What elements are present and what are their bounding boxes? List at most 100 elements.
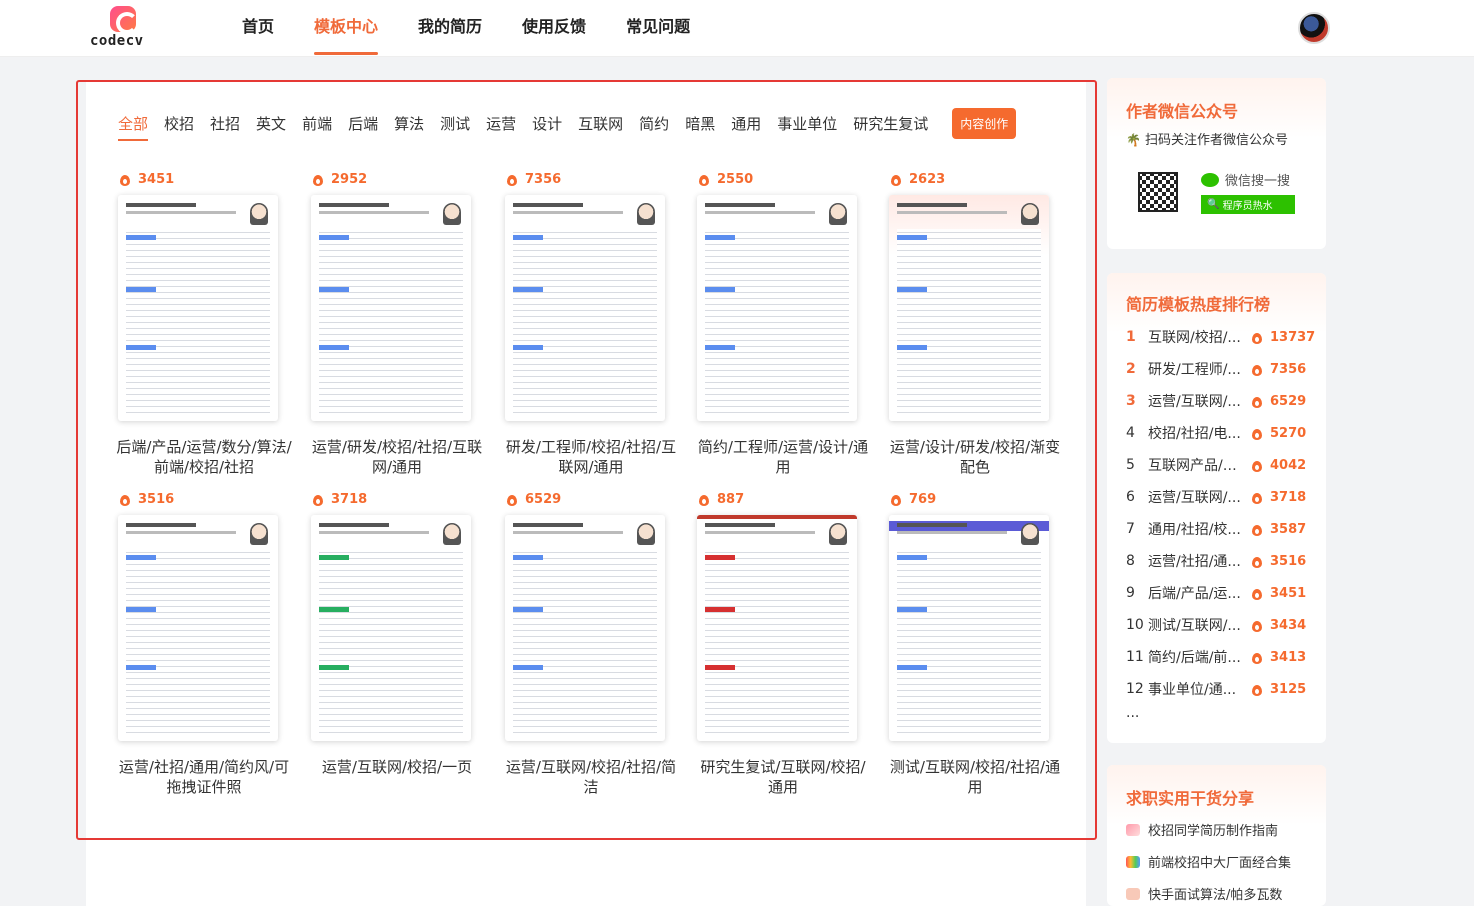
resume-thumbnail[interactable]: [889, 195, 1049, 421]
hot-count: 6529: [503, 488, 679, 510]
hot-number: 7356: [525, 171, 562, 187]
template-tags[interactable]: 运营/互联网/校招/一页: [309, 757, 485, 777]
template-tags[interactable]: 运营/互联网/校招/社招/简洁: [503, 757, 679, 797]
tab-english[interactable]: 英文: [256, 112, 286, 136]
tab-simple[interactable]: 简约: [639, 112, 669, 136]
resume-thumbnail[interactable]: [697, 515, 857, 741]
logo-text: codecv: [90, 33, 144, 49]
tab-general[interactable]: 通用: [731, 112, 761, 136]
template-card[interactable]: 2952 运营/研发/校招/社招/互联网/通用: [309, 168, 485, 477]
template-tags[interactable]: 运营/社招/通用/简约风/可拖拽证件照: [116, 757, 292, 797]
template-card[interactable]: 3718 运营/互联网/校招/一页: [309, 488, 485, 777]
resume-thumbnail[interactable]: [118, 195, 278, 421]
tab-campus[interactable]: 校招: [164, 112, 194, 136]
codecv-logo[interactable]: codecv: [90, 6, 156, 50]
template-tags[interactable]: 简约/工程师/运营/设计/通用: [695, 437, 871, 477]
nav-feedback[interactable]: 使用反馈: [522, 0, 586, 57]
share-item[interactable]: 校招同学简历制作指南: [1126, 820, 1278, 839]
ranking-item[interactable]: 5 互联网产品/运... 4042: [1126, 455, 1316, 475]
resume-thumbnail[interactable]: [311, 195, 471, 421]
hot-count: 887: [695, 488, 871, 510]
tab-algorithm[interactable]: 算法: [394, 112, 424, 136]
resume-thumbnail[interactable]: [697, 195, 857, 421]
template-tags[interactable]: 测试/互联网/校招/社招/通用: [887, 757, 1063, 797]
avatar-photo-icon: [1021, 523, 1039, 545]
ranking-item[interactable]: 4 校招/社招/电... 5270: [1126, 423, 1316, 443]
hot-count: 3718: [309, 488, 485, 510]
tab-social[interactable]: 社招: [210, 112, 240, 136]
template-tags[interactable]: 运营/研发/校招/社招/互联网/通用: [309, 437, 485, 477]
template-card[interactable]: 2550 简约/工程师/运营/设计/通用: [695, 168, 871, 477]
flame-icon: [1252, 331, 1262, 344]
template-card[interactable]: 3451 后端/产品/运营/数分/算法/前端/校招/社招: [116, 168, 292, 477]
ranking-item[interactable]: 8 运营/社招/通... 3516: [1126, 551, 1316, 571]
tab-public-institution[interactable]: 事业单位: [777, 112, 837, 136]
tab-operations[interactable]: 运营: [486, 112, 516, 136]
resume-thumbnail[interactable]: [505, 515, 665, 741]
ranking-item[interactable]: 10 测试/互联网/... 3434: [1126, 615, 1316, 635]
ranking-item[interactable]: 7 通用/社招/校... 3587: [1126, 519, 1316, 539]
content-create-button[interactable]: 内容创作: [952, 108, 1017, 139]
rank-hot-number: 3587: [1270, 521, 1307, 537]
hot-number: 2952: [331, 171, 368, 187]
wechat-account-button[interactable]: 🔍 程序员热水: [1201, 195, 1295, 214]
hot-count: 3451: [116, 168, 292, 190]
ranking-item[interactable]: 11 简约/后端/前... 3413: [1126, 647, 1316, 667]
ranking-item[interactable]: 12 事业单位/通... 3125: [1126, 679, 1316, 699]
nav-my-resume[interactable]: 我的简历: [418, 0, 482, 57]
avatar-photo-icon: [1021, 203, 1039, 225]
template-card[interactable]: 7356 研发/工程师/校招/社招/互联网/通用: [503, 168, 679, 477]
share-item[interactable]: 前端校招中大厂面经合集: [1126, 852, 1291, 871]
tab-internet[interactable]: 互联网: [578, 112, 623, 136]
rank-index: 4: [1126, 425, 1135, 441]
resume-thumbnail[interactable]: [505, 195, 665, 421]
rank-hot-number: 7356: [1270, 361, 1307, 377]
tab-dark[interactable]: 暗黑: [685, 112, 715, 136]
nav-home[interactable]: 首页: [242, 0, 274, 57]
user-avatar[interactable]: [1298, 12, 1330, 44]
resume-thumbnail[interactable]: [118, 515, 278, 741]
tab-frontend[interactable]: 前端: [302, 112, 332, 136]
ranking-item[interactable]: 3 运营/互联网/... 6529: [1126, 391, 1316, 411]
template-card[interactable]: 6529 运营/互联网/校招/社招/简洁: [503, 488, 679, 797]
tab-backend[interactable]: 后端: [348, 112, 378, 136]
tab-testing[interactable]: 测试: [440, 112, 470, 136]
rank-template-name: 校招/社招/电...: [1148, 426, 1241, 442]
resume-thumbnail[interactable]: [889, 515, 1049, 741]
nav-faq[interactable]: 常见问题: [626, 0, 690, 57]
tab-postgrad[interactable]: 研究生复试: [853, 112, 928, 136]
avatar-photo-icon: [443, 523, 461, 545]
template-tags[interactable]: 研究生复试/互联网/校招/通用: [695, 757, 871, 797]
template-card[interactable]: 769 测试/互联网/校招/社招/通用: [887, 488, 1063, 797]
tab-design[interactable]: 设计: [532, 112, 562, 136]
ranking-more: ...: [1126, 705, 1140, 721]
hot-number: 3718: [331, 491, 368, 507]
ranking-item[interactable]: 2 研发/工程师/... 7356: [1126, 359, 1316, 379]
rank-hot: 3516: [1252, 554, 1306, 569]
nav-template-center[interactable]: 模板中心: [314, 0, 379, 57]
template-tags[interactable]: 后端/产品/运营/数分/算法/前端/校招/社招: [116, 437, 292, 477]
hot-count: 2952: [309, 168, 485, 190]
wechat-icon: [1201, 172, 1219, 187]
rank-hot: 3451: [1252, 586, 1306, 601]
hot-number: 887: [717, 491, 745, 507]
share-item[interactable]: 快手面试算法/帕多瓦数: [1126, 884, 1282, 903]
tab-all[interactable]: 全部: [118, 112, 149, 141]
ranking-item[interactable]: 6 运营/互联网/... 3718: [1126, 487, 1316, 507]
ranking-item[interactable]: 1 互联网/校招/... 13737: [1126, 327, 1316, 347]
template-tags[interactable]: 研发/工程师/校招/社招/互联网/通用: [503, 437, 679, 477]
template-card[interactable]: 2623 运营/设计/研发/校招/渐变配色: [887, 168, 1063, 477]
ranking-item[interactable]: 9 后端/产品/运... 3451: [1126, 583, 1316, 603]
resume-thumbnail[interactable]: [311, 515, 471, 741]
flame-icon: [120, 173, 130, 186]
rank-index: 2: [1126, 361, 1136, 377]
flame-icon: [1252, 491, 1262, 504]
template-card[interactable]: 3516 运营/社招/通用/简约风/可拖拽证件照: [116, 488, 292, 797]
flame-icon: [1252, 459, 1262, 472]
template-tags[interactable]: 运营/设计/研发/校招/渐变配色: [887, 437, 1063, 477]
avatar-photo-icon: [250, 203, 268, 225]
hot-number: 2550: [717, 171, 754, 187]
rank-hot: 4042: [1252, 458, 1306, 473]
rank-template-name: 互联网产品/运...: [1148, 458, 1250, 474]
template-card[interactable]: 887 研究生复试/互联网/校招/通用: [695, 488, 871, 797]
